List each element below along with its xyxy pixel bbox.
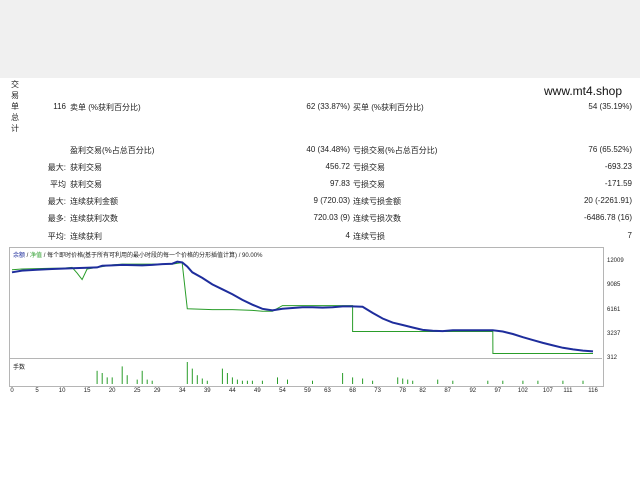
- volume-bar: [397, 377, 399, 384]
- volume-bar: [537, 380, 539, 384]
- volume-bar: [277, 377, 278, 384]
- volume-bar: [221, 368, 223, 384]
- volume-bar: [522, 380, 524, 384]
- volume-bar: [151, 380, 153, 384]
- volume-bar: [146, 379, 148, 384]
- volume-bar: [141, 370, 143, 384]
- volume-bar: [312, 380, 313, 384]
- volume-bar: [236, 379, 238, 384]
- volume-bar: [201, 378, 203, 384]
- volume-bar: [186, 362, 188, 384]
- volume-bar: [126, 375, 128, 384]
- volume-bar: [261, 380, 263, 384]
- volume-bar: [437, 379, 439, 384]
- volume-bar: [226, 373, 228, 384]
- volume-bar: [372, 380, 374, 384]
- chart-plot: [11, 260, 594, 384]
- volume-bar: [582, 380, 584, 384]
- volume-bar: [241, 380, 243, 384]
- volume-bar: [121, 366, 123, 384]
- volume-bar: [362, 378, 364, 384]
- volume-bar: [101, 373, 103, 384]
- volume-bar: [487, 380, 489, 384]
- volume-bar: [342, 373, 344, 384]
- volume-bar: [246, 380, 248, 384]
- volume-bar: [352, 377, 354, 384]
- volume-bar: [96, 370, 98, 384]
- balance-line: [11, 260, 594, 353]
- volume-bar: [562, 380, 564, 384]
- volume-bar: [111, 377, 113, 384]
- volume-bar: [136, 379, 138, 384]
- volume-bar: [231, 377, 233, 384]
- volume-bar: [412, 380, 414, 384]
- volume-bar: [287, 379, 288, 384]
- volume-bar: [191, 368, 193, 384]
- volume-bar: [407, 379, 409, 384]
- volume-bar: [206, 380, 208, 384]
- volume-bar: [452, 380, 454, 384]
- volume-bar: [251, 380, 253, 384]
- volume-bar: [402, 378, 404, 384]
- volume-bar: [502, 380, 504, 384]
- volume-bar: [196, 375, 198, 384]
- volume-bar: [106, 377, 108, 384]
